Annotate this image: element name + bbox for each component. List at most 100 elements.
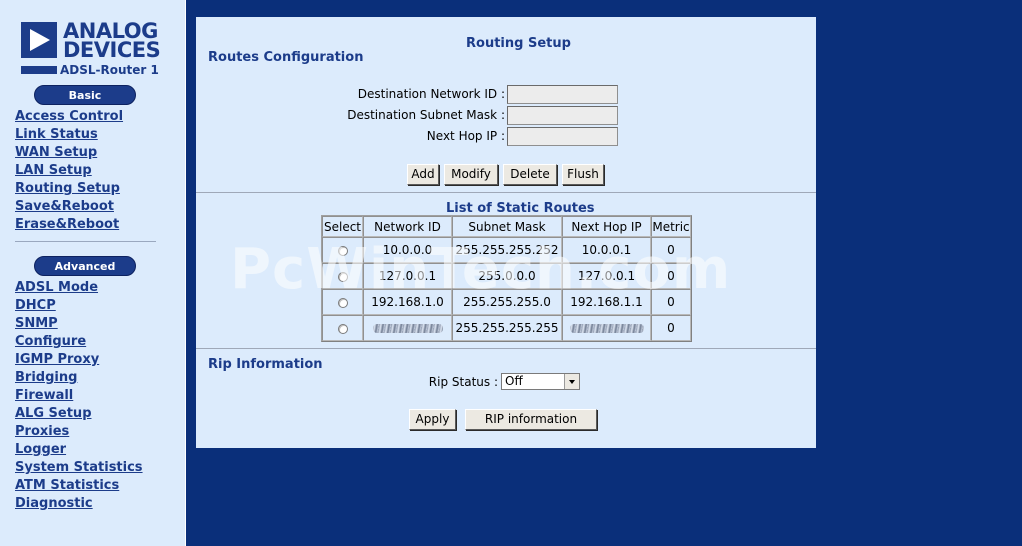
- redacted-value: [569, 324, 644, 333]
- subnet-mask-cell: 255.255.255.255: [452, 315, 562, 341]
- sidebar-item-igmp-proxy[interactable]: IGMP Proxy: [15, 350, 143, 368]
- sidebar-item-link-status[interactable]: Link Status: [15, 125, 123, 143]
- sidebar-link-bridging[interactable]: Bridging: [15, 370, 77, 385]
- sidebar-link-adsl-mode[interactable]: ADSL Mode: [15, 280, 98, 295]
- sidebar-link-save-reboot[interactable]: Save&Reboot: [15, 199, 114, 214]
- sidebar-item-routing-setup[interactable]: Routing Setup: [15, 179, 123, 197]
- sidebar-link-proxies[interactable]: Proxies: [15, 424, 69, 439]
- flush-button[interactable]: Flush: [562, 164, 604, 185]
- network-id-cell: [363, 315, 452, 341]
- sidebar-link-configure[interactable]: Configure: [15, 334, 86, 349]
- routes-config-title: Routes Configuration: [208, 50, 364, 65]
- network-id-cell: 192.168.1.0: [363, 289, 452, 315]
- sidebar-link-diagnostic[interactable]: Diagnostic: [15, 496, 93, 511]
- header-metric: Metric: [651, 216, 691, 237]
- next-hop-label: Next Hop IP :: [426, 129, 505, 143]
- sidebar-item-save-reboot[interactable]: Save&Reboot: [15, 197, 123, 215]
- rip-status-value: Off: [505, 374, 523, 388]
- sidebar-link-igmp-proxy[interactable]: IGMP Proxy: [15, 352, 99, 367]
- metric-cell: 0: [651, 263, 691, 289]
- rip-status-label: Rip Status :: [428, 375, 498, 389]
- sidebar-item-lan-setup[interactable]: LAN Setup: [15, 161, 123, 179]
- sidebar-link-lan-setup[interactable]: LAN Setup: [15, 163, 92, 178]
- next-hop-input[interactable]: [507, 127, 618, 146]
- row-select-cell: [322, 289, 363, 315]
- static-routes-table: Select Network ID Subnet Mask Next Hop I…: [321, 215, 692, 342]
- row-select-cell: [322, 315, 363, 341]
- sidebar-link-dhcp[interactable]: DHCP: [15, 298, 56, 313]
- add-button[interactable]: Add: [407, 164, 439, 185]
- route-select-radio[interactable]: [337, 323, 348, 334]
- static-routes-title: List of Static Routes: [446, 201, 595, 216]
- route-select-radio[interactable]: [337, 245, 348, 256]
- sidebar-link-link-status[interactable]: Link Status: [15, 127, 98, 142]
- dest-network-label: Destination Network ID :: [357, 87, 505, 101]
- redacted-value: [372, 324, 443, 333]
- table-row: 192.168.1.0 255.255.255.0 192.168.1.1 0: [322, 289, 691, 315]
- dest-mask-label: Destination Subnet Mask :: [347, 108, 505, 122]
- header-select: Select: [322, 216, 363, 237]
- table-row: 10.0.0.0 255.255.255.252 10.0.0.1 0: [322, 237, 691, 263]
- sidebar-link-snmp[interactable]: SNMP: [15, 316, 58, 331]
- sidebar-item-access-control[interactable]: Access Control: [15, 107, 123, 125]
- network-id-cell: 10.0.0.0: [363, 237, 452, 263]
- rip-info-title: Rip Information: [208, 357, 323, 372]
- sidebar-link-wan-setup[interactable]: WAN Setup: [15, 145, 97, 160]
- subnet-mask-cell: 255.255.255.0: [452, 289, 562, 315]
- table-row: 127.0.0.1 255.0.0.0 127.0.0.1 0: [322, 263, 691, 289]
- sidebar-item-proxies[interactable]: Proxies: [15, 422, 143, 440]
- sidebar-link-atm-statistics[interactable]: ATM Statistics: [15, 478, 119, 493]
- sidebar-link-access-control[interactable]: Access Control: [15, 109, 123, 124]
- routing-setup-panel: Routing Setup Routes Configuration Desti…: [196, 17, 816, 448]
- subnet-mask-cell: 255.0.0.0: [452, 263, 562, 289]
- analog-devices-logo-icon: [21, 22, 57, 58]
- header-next-hop: Next Hop IP: [562, 216, 651, 237]
- modify-button[interactable]: Modify: [444, 164, 498, 185]
- sidebar-link-routing-setup[interactable]: Routing Setup: [15, 181, 120, 196]
- next-hop-cell: [562, 315, 651, 341]
- row-select-cell: [322, 263, 363, 289]
- dest-network-input[interactable]: [507, 85, 618, 104]
- apply-button[interactable]: Apply: [409, 409, 456, 430]
- basic-nav: Access Control Link Status WAN Setup LAN Se…: [15, 107, 123, 233]
- network-id-cell: 127.0.0.1: [363, 263, 452, 289]
- sidebar-item-logger[interactable]: Logger: [15, 440, 143, 458]
- header-network-id: Network ID: [363, 216, 452, 237]
- sidebar-link-alg-setup[interactable]: ALG Setup: [15, 406, 92, 421]
- advanced-section-header: Advanced: [34, 256, 136, 276]
- divider: [196, 192, 816, 193]
- delete-button[interactable]: Delete: [503, 164, 557, 185]
- subnet-mask-cell: 255.255.255.252: [452, 237, 562, 263]
- dest-mask-input[interactable]: [507, 106, 618, 125]
- analog-devices-logo: ANALOG DEVICES ADSL-Router 1: [21, 19, 161, 79]
- page-title: Routing Setup: [466, 36, 571, 51]
- sidebar-item-wan-setup[interactable]: WAN Setup: [15, 143, 123, 161]
- chevron-down-icon[interactable]: [564, 374, 579, 389]
- sidebar-item-bridging[interactable]: Bridging: [15, 368, 143, 386]
- sidebar-item-configure[interactable]: Configure: [15, 332, 143, 350]
- sidebar-item-system-statistics[interactable]: System Statistics: [15, 458, 143, 476]
- sidebar-item-firewall[interactable]: Firewall: [15, 386, 143, 404]
- route-select-radio[interactable]: [337, 271, 348, 282]
- sidebar-item-diagnostic[interactable]: Diagnostic: [15, 494, 143, 512]
- sidebar-link-firewall[interactable]: Firewall: [15, 388, 73, 403]
- sidebar-item-atm-statistics[interactable]: ATM Statistics: [15, 476, 143, 494]
- route-select-radio[interactable]: [337, 297, 348, 308]
- metric-cell: 0: [651, 237, 691, 263]
- sidebar-item-dhcp[interactable]: DHCP: [15, 296, 143, 314]
- sidebar-link-system-statistics[interactable]: System Statistics: [15, 460, 143, 475]
- sidebar-divider: [15, 241, 156, 242]
- sidebar-link-logger[interactable]: Logger: [15, 442, 66, 457]
- rip-status-select[interactable]: Off: [501, 373, 580, 390]
- sidebar-item-snmp[interactable]: SNMP: [15, 314, 143, 332]
- header-subnet-mask: Subnet Mask: [452, 216, 562, 237]
- brand-line2: DEVICES: [63, 38, 161, 62]
- sidebar-link-erase-reboot[interactable]: Erase&Reboot: [15, 217, 119, 232]
- sidebar-item-adsl-mode[interactable]: ADSL Mode: [15, 278, 143, 296]
- advanced-nav: ADSL Mode DHCP SNMP Configure IGMP Proxy Brid…: [15, 278, 143, 512]
- sidebar-item-erase-reboot[interactable]: Erase&Reboot: [15, 215, 123, 233]
- divider: [196, 348, 816, 349]
- sidebar-item-alg-setup[interactable]: ALG Setup: [15, 404, 143, 422]
- rip-information-button[interactable]: RIP information: [465, 409, 597, 430]
- next-hop-cell: 127.0.0.1: [562, 263, 651, 289]
